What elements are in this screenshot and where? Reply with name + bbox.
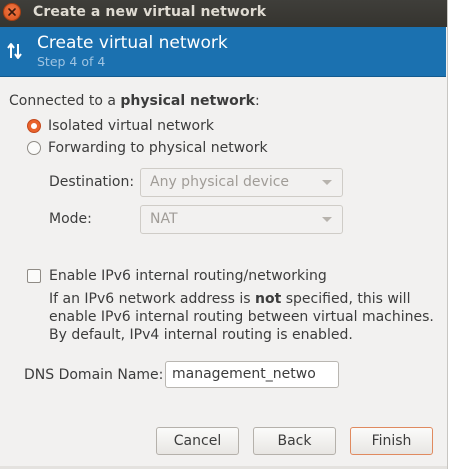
ipv6-info-line-1: If an IPv6 network address is not specif… (49, 290, 411, 308)
radio-button[interactable] (27, 141, 41, 155)
isolated-network-radio[interactable]: Isolated virtual network (27, 118, 214, 134)
radio-button-checked[interactable] (27, 119, 41, 133)
chevron-down-icon (322, 180, 332, 185)
ipv6-info-line-2: enable IPv6 internal routing between vir… (49, 309, 434, 325)
ipv6-info-line-3: By default, IPv4 internal routing is ena… (49, 327, 353, 343)
back-button[interactable]: Back (253, 427, 336, 455)
section-label-bold: physical network (120, 93, 255, 109)
forwarding-network-label: Forwarding to physical network (48, 140, 268, 156)
section-label-suffix: : (254, 93, 260, 109)
physical-network-label: Connected to a physical network: (9, 93, 260, 109)
forwarding-network-radio[interactable]: Forwarding to physical network (27, 140, 268, 156)
close-icon (8, 8, 16, 16)
cancel-button[interactable]: Cancel (156, 427, 239, 455)
info-suffix: specified, this will (281, 291, 411, 307)
ipv6-checkbox-label: Enable IPv6 internal routing/networking (49, 268, 327, 284)
network-transfer-icon (7, 43, 22, 59)
dns-domain-input[interactable]: management_netwo (165, 361, 339, 388)
window-title: Create a new virtual network (33, 4, 267, 20)
info-prefix: If an IPv6 network address is (49, 291, 256, 307)
close-button[interactable] (3, 3, 21, 21)
destination-value: Any physical device (150, 174, 290, 190)
ipv6-info-text: If an IPv6 network address is not specif… (49, 290, 434, 344)
ipv6-checkbox-row[interactable]: Enable IPv6 internal routing/networking (27, 268, 327, 284)
section-label-prefix: Connected to a (9, 93, 121, 109)
mode-select[interactable]: NAT (140, 205, 343, 234)
info-bold: not (255, 291, 282, 307)
dialog-window: Create a new virtual network Create virt… (0, 0, 448, 469)
ipv6-checkbox[interactable] (27, 269, 41, 283)
dns-domain-label: DNS Domain Name: (24, 367, 164, 383)
title-bar[interactable]: Create a new virtual network (0, 0, 447, 27)
destination-select[interactable]: Any physical device (140, 168, 343, 197)
mode-value: NAT (150, 211, 178, 227)
isolated-network-label: Isolated virtual network (48, 118, 214, 134)
wizard-step: Step 4 of 4 (37, 54, 106, 69)
chevron-down-icon (322, 217, 332, 222)
mode-label: Mode: (49, 211, 92, 227)
wizard-title: Create virtual network (37, 33, 228, 53)
wizard-header: Create virtual network Step 4 of 4 (0, 27, 446, 77)
finish-button[interactable]: Finish (350, 427, 433, 455)
destination-label: Destination: (49, 174, 135, 190)
